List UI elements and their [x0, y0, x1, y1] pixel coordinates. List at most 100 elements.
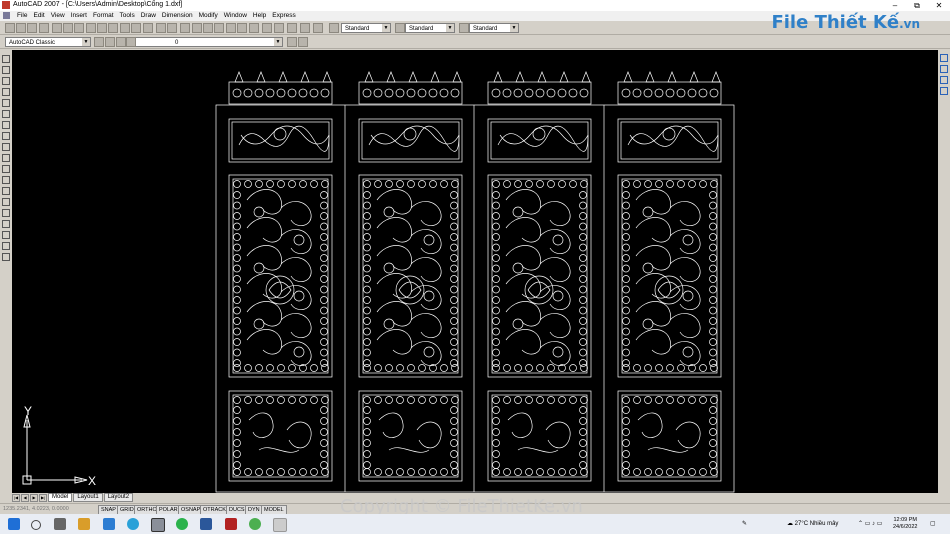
workspace-combo[interactable]: AutoCAD Classic ▼	[5, 37, 91, 47]
draw-tool-icon[interactable]	[2, 77, 10, 85]
toolbar-tool-icon[interactable]	[329, 23, 339, 33]
menu-express[interactable]: Express	[269, 11, 298, 21]
draw-tool-icon[interactable]	[2, 66, 10, 74]
menu-insert[interactable]: Insert	[68, 11, 90, 21]
pen-icon[interactable]: ✎	[742, 514, 747, 534]
toolbar-tool-icon[interactable]	[120, 23, 130, 33]
mail-icon[interactable]	[103, 518, 115, 530]
maximize-button[interactable]: ⧉	[906, 0, 928, 11]
weather-widget[interactable]: ☁ 27°C Nhiều mây	[787, 514, 838, 534]
draw-tool-icon[interactable]	[2, 165, 10, 173]
toolbar-tool-icon[interactable]	[105, 37, 115, 47]
app-icon[interactable]	[249, 518, 261, 530]
draw-tool-icon[interactable]	[2, 88, 10, 96]
draw-tool-icon[interactable]	[2, 187, 10, 195]
toolbar-tool-icon[interactable]	[167, 23, 177, 33]
menu-help[interactable]: Help	[250, 11, 269, 21]
windows-start-icon[interactable]	[8, 518, 20, 530]
next-tab-icon[interactable]: ▶	[30, 493, 38, 502]
document-icon[interactable]	[3, 12, 10, 19]
toolbar-tool-icon[interactable]	[156, 23, 166, 33]
toolbar-tool-icon[interactable]	[5, 23, 15, 33]
toolbar-tool-icon[interactable]	[203, 23, 213, 33]
draw-tool-icon[interactable]	[2, 242, 10, 250]
autocad-app-icon[interactable]	[2, 1, 10, 9]
toolbar-tool-icon[interactable]	[97, 23, 107, 33]
toolbar-tool-icon[interactable]	[180, 23, 190, 33]
toolbar-tool-icon[interactable]	[287, 23, 297, 33]
chrome-icon[interactable]	[176, 518, 188, 530]
toolbar-tool-icon[interactable]	[287, 37, 297, 47]
menu-tools[interactable]: Tools	[117, 11, 138, 21]
text-style-combo[interactable]: Standard ▼	[341, 23, 391, 33]
search-icon[interactable]	[31, 520, 41, 530]
toolbar-tool-icon[interactable]	[52, 23, 62, 33]
draw-tool-icon[interactable]	[2, 154, 10, 162]
draw-tool-icon[interactable]	[2, 55, 10, 63]
toolbar-tool-icon[interactable]	[39, 23, 49, 33]
menu-edit[interactable]: Edit	[30, 11, 47, 21]
tool-icon[interactable]	[940, 87, 948, 95]
toolbar-tool-icon[interactable]	[27, 23, 37, 33]
tab-model[interactable]: Model	[48, 493, 73, 502]
toolbar-tool-icon[interactable]	[126, 37, 136, 47]
draw-tool-icon[interactable]	[2, 231, 10, 239]
clock[interactable]: 12:09 PM 24/6/2022	[893, 517, 917, 531]
toolbar-tool-icon[interactable]	[63, 23, 73, 33]
app-icon[interactable]	[225, 518, 237, 530]
menu-format[interactable]: Format	[90, 11, 117, 21]
toolbar-tool-icon[interactable]	[214, 23, 224, 33]
notification-icon[interactable]: ▢	[930, 514, 936, 534]
word-icon[interactable]	[200, 518, 212, 530]
draw-tool-icon[interactable]	[2, 121, 10, 129]
draw-tool-icon[interactable]	[2, 220, 10, 228]
close-button[interactable]: ✕	[928, 0, 950, 11]
menu-view[interactable]: View	[48, 11, 68, 21]
prev-tab-icon[interactable]: ◀	[21, 493, 29, 502]
draw-tool-icon[interactable]	[2, 209, 10, 217]
minimize-button[interactable]: –	[884, 0, 906, 11]
first-tab-icon[interactable]: |◀	[12, 493, 20, 502]
zalo-icon[interactable]	[127, 518, 139, 530]
toolbar-tool-icon[interactable]	[116, 37, 126, 47]
dim-style-combo[interactable]: Standard ▼	[405, 23, 455, 33]
toolbar-tool-icon[interactable]	[108, 23, 118, 33]
toolbar-tool-icon[interactable]	[16, 23, 26, 33]
toolbar-tool-icon[interactable]	[313, 23, 323, 33]
menu-modify[interactable]: Modify	[196, 11, 221, 21]
toolbar-tool-icon[interactable]	[226, 23, 236, 33]
toolbar-tool-icon[interactable]	[300, 23, 310, 33]
toolbar-tool-icon[interactable]	[249, 23, 259, 33]
draw-tool-icon[interactable]	[2, 143, 10, 151]
tab-layout1[interactable]: Layout1	[73, 493, 103, 502]
table-style-combo[interactable]: Standard ▼	[469, 23, 519, 33]
layer-combo[interactable]: 0 ▼	[135, 37, 283, 47]
toolbar-tool-icon[interactable]	[395, 23, 405, 33]
draw-tool-icon[interactable]	[2, 176, 10, 184]
menu-file[interactable]: File	[14, 11, 30, 21]
toolbar-tool-icon[interactable]	[131, 23, 141, 33]
draw-tool-icon[interactable]	[2, 99, 10, 107]
tool-icon[interactable]	[940, 54, 948, 62]
toolbar-tool-icon[interactable]	[74, 23, 84, 33]
toolbar-tool-icon[interactable]	[143, 23, 153, 33]
toolbar-tool-icon[interactable]	[298, 37, 308, 47]
draw-tool-icon[interactable]	[2, 198, 10, 206]
file-explorer-icon[interactable]	[78, 518, 90, 530]
menu-window[interactable]: Window	[221, 11, 250, 21]
task-view-icon[interactable]	[54, 518, 66, 530]
tray-icons[interactable]: ⌃ ▭ ♪ ▭	[858, 514, 882, 534]
draw-tool-icon[interactable]	[2, 110, 10, 118]
app-icon[interactable]	[273, 518, 287, 532]
menu-dimension[interactable]: Dimension	[159, 11, 196, 21]
autocad-taskbar-icon[interactable]	[151, 518, 165, 532]
toolbar-tool-icon[interactable]	[94, 37, 104, 47]
toolbar-tool-icon[interactable]	[459, 23, 469, 33]
menu-draw[interactable]: Draw	[138, 11, 159, 21]
toolbar-tool-icon[interactable]	[262, 23, 272, 33]
draw-tool-icon[interactable]	[2, 253, 10, 261]
tool-icon[interactable]	[940, 76, 948, 84]
last-tab-icon[interactable]: ▶|	[39, 493, 47, 502]
tool-icon[interactable]	[940, 65, 948, 73]
toolbar-tool-icon[interactable]	[86, 23, 96, 33]
